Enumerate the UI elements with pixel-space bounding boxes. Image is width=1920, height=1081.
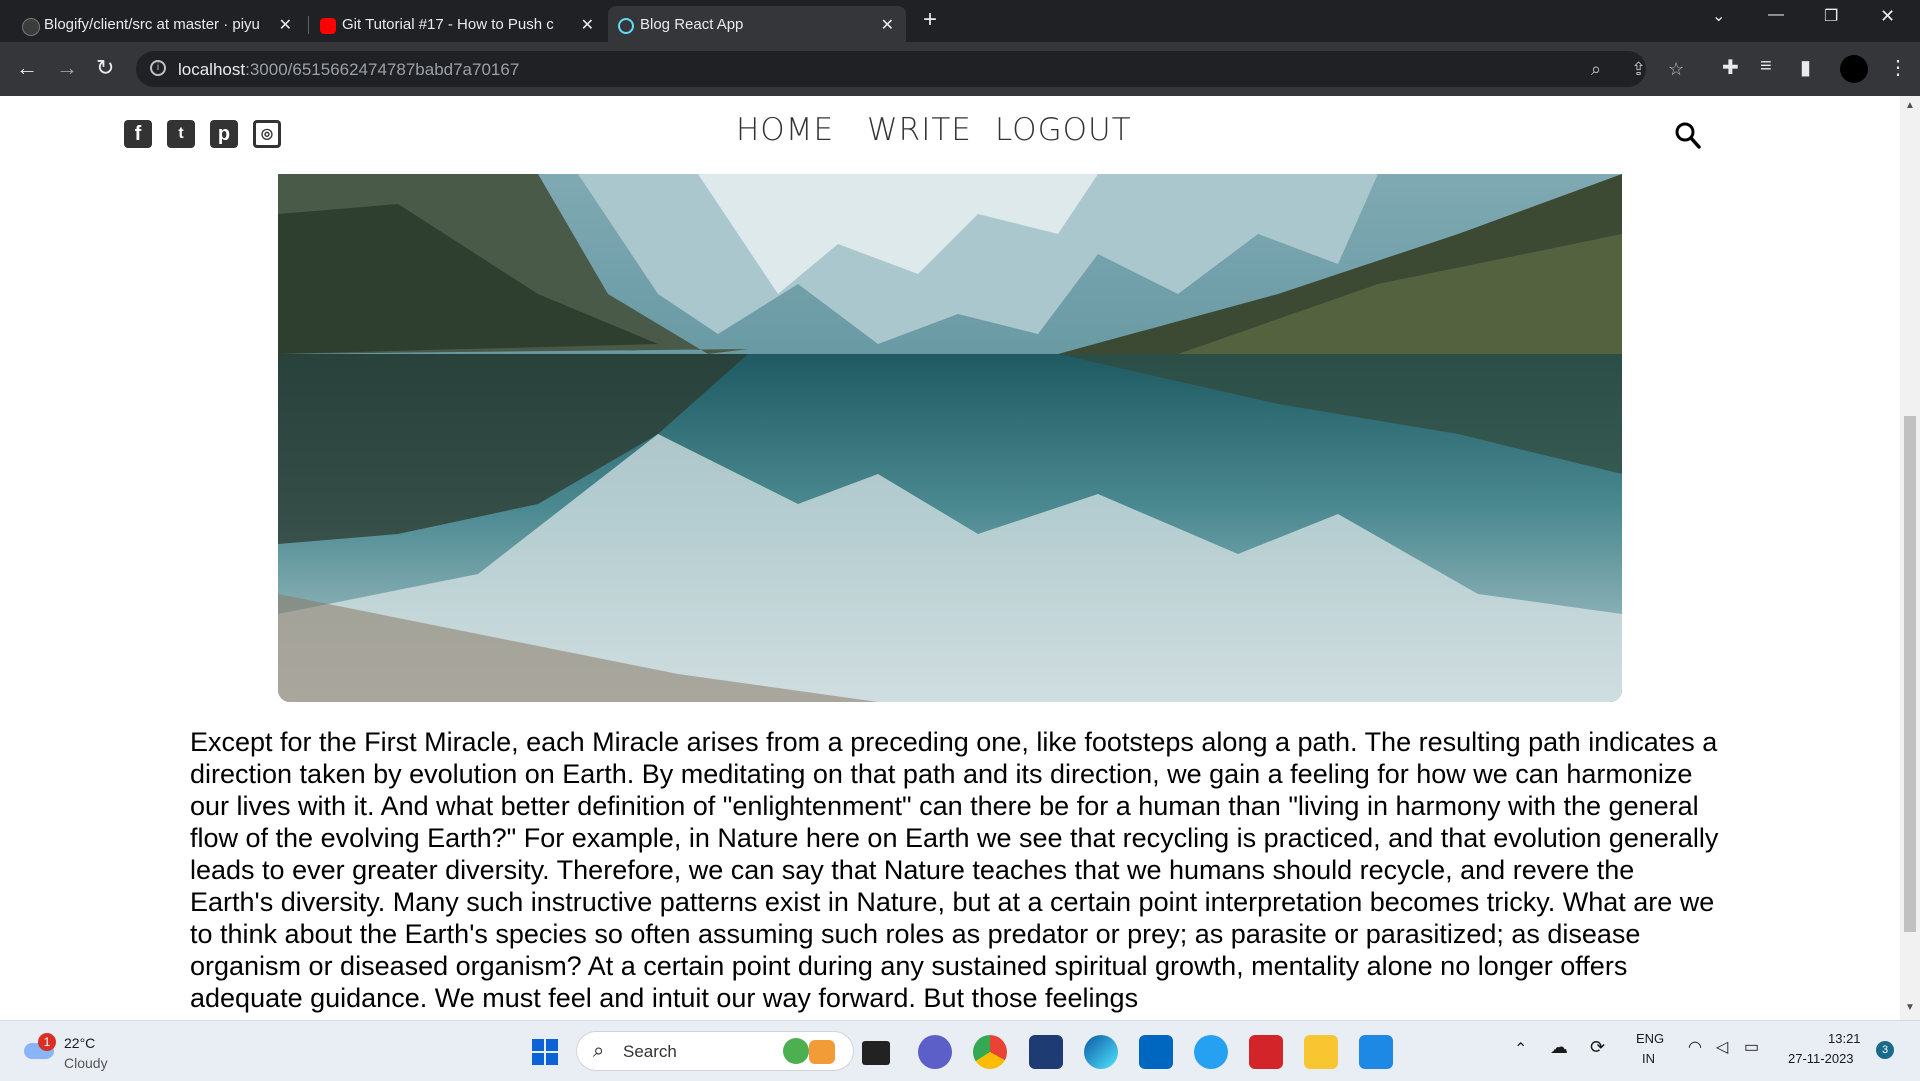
tab-github[interactable]: Blogify/client/src at master · piyu ✕ [12,6,304,42]
scroll-up-arrow-icon[interactable]: ▲ [1905,100,1915,111]
share-icon[interactable]: ⇪ [1631,59,1646,80]
minimize-icon[interactable]: — [1768,6,1784,24]
weather-badge: 1 [38,1033,56,1051]
search-icon: ⌕ [593,1040,605,1062]
search-highlight-icon-2 [809,1040,835,1064]
volume-icon[interactable]: ◁ [1716,1037,1728,1057]
browser-toolbar: ← → ↻ i localhost:3000/6515662474787babd… [0,42,1920,96]
reload-icon[interactable]: ↻ [96,55,114,81]
close-tab-icon[interactable]: ✕ [881,15,894,35]
scroll-down-arrow-icon[interactable]: ▼ [1905,1002,1915,1013]
weather-desc: Cloudy [64,1055,108,1071]
snipping-app-icon[interactable] [1029,1035,1063,1069]
language-bottom[interactable]: IN [1642,1051,1655,1066]
wifi-icon[interactable]: ◠ [1688,1037,1702,1057]
close-window-icon[interactable]: ✕ [1880,6,1895,27]
react-icon [618,18,634,34]
scrollbar-thumb[interactable] [1904,416,1916,932]
twitter-icon[interactable]: t [167,120,195,148]
bookmark-star-icon[interactable]: ☆ [1668,59,1684,80]
vscode-icon[interactable] [1359,1035,1393,1069]
search-label: Search [623,1042,677,1061]
tab-youtube[interactable]: Git Tutorial #17 - How to Push c ✕ [310,6,606,42]
clock-time[interactable]: 13:21 [1828,1031,1861,1046]
search-highlight-icon [783,1038,809,1064]
battery-icon[interactable]: ▭ [1744,1037,1759,1057]
tab-blog-react-app[interactable]: Blog React App ✕ [608,6,906,42]
profile-avatar[interactable] [1840,55,1868,83]
new-tab-plus-icon[interactable]: + [923,6,937,34]
microsoft-store-icon[interactable] [1139,1035,1173,1069]
github-icon [22,18,40,36]
page-scrollbar[interactable]: ▲ ▼ [1900,96,1920,1020]
pinterest-icon[interactable]: p [210,120,238,148]
url-path: :3000/6515662474787babd7a70167 [245,60,520,79]
language-top[interactable]: ENG [1636,1031,1664,1046]
tab-title: Blogify/client/src at master · piyu [44,15,260,33]
browser-menu-icon[interactable]: ⋮ [1888,55,1908,80]
site-info-icon[interactable]: i [150,60,166,76]
url-text[interactable]: localhost:3000/6515662474787babd7a70167 [178,60,519,80]
windows-taskbar: 1 22°C Cloudy ⌕ Search ⌃ ☁ ⟳ ENG IN ◠ ◁ … [0,1020,1920,1081]
task-view-icon[interactable] [862,1041,890,1065]
instagram-icon[interactable]: ◎ [253,120,281,148]
clock-date[interactable]: 27-11-2023 [1788,1051,1854,1066]
close-tab-icon[interactable]: ✕ [279,15,292,35]
weather-temp: 22°C [64,1035,96,1051]
edge-icon[interactable] [1084,1035,1118,1069]
search-icon[interactable] [1674,120,1702,150]
extensions-puzzle-icon[interactable]: ✚ [1722,55,1739,80]
page-viewport: f t p ◎ HOME WRITE LOGOUT Except for the… [0,96,1900,1020]
address-bar[interactable]: i localhost:3000/6515662474787babd7a7016… [136,51,1684,87]
nav-home[interactable]: HOME [736,112,834,148]
tab-title: Blog React App [640,15,744,33]
get-help-icon[interactable] [1194,1035,1228,1069]
tab-divider [308,16,309,34]
post-image [278,174,1622,702]
windows-start-icon[interactable] [528,1035,562,1069]
nav-write[interactable]: WRITE [867,112,972,148]
teams-chat-icon[interactable] [918,1035,952,1069]
weather-widget[interactable]: 1 22°C Cloudy [20,1027,130,1075]
close-tab-icon[interactable]: ✕ [581,15,594,35]
post-body: Except for the First Miracle, each Mirac… [190,727,1719,1013]
forward-arrow-icon[interactable]: → [56,55,78,81]
taskbar-search[interactable]: ⌕ Search [576,1031,854,1071]
browser-tab-strip: Blogify/client/src at master · piyu ✕ Gi… [0,0,1920,42]
url-host: localhost [178,60,246,79]
facebook-icon[interactable]: f [124,120,152,148]
onedrive-offline-icon[interactable]: ☁ [1550,1037,1568,1058]
restore-icon[interactable]: ❐ [1824,6,1838,26]
nav-logout[interactable]: LOGOUT [995,112,1132,148]
youtube-icon [320,18,336,34]
back-arrow-icon[interactable]: ← [16,55,38,81]
sync-icon[interactable]: ⟳ [1590,1037,1605,1058]
media-queue-icon[interactable]: ≡ [1760,55,1772,78]
tab-search-chevron-icon[interactable]: ⌄ [1712,6,1725,26]
tab-title: Git Tutorial #17 - How to Push c [342,15,554,33]
chrome-icon[interactable] [973,1035,1007,1069]
notification-count-badge[interactable]: 3 [1876,1041,1894,1059]
zoom-icon[interactable]: ⌕ [1591,59,1601,80]
mcafee-icon[interactable] [1249,1035,1283,1069]
file-explorer-icon[interactable] [1304,1035,1338,1069]
show-hidden-icons-chevron[interactable]: ⌃ [1514,1039,1527,1059]
side-panel-icon[interactable]: ▮ [1800,55,1811,80]
